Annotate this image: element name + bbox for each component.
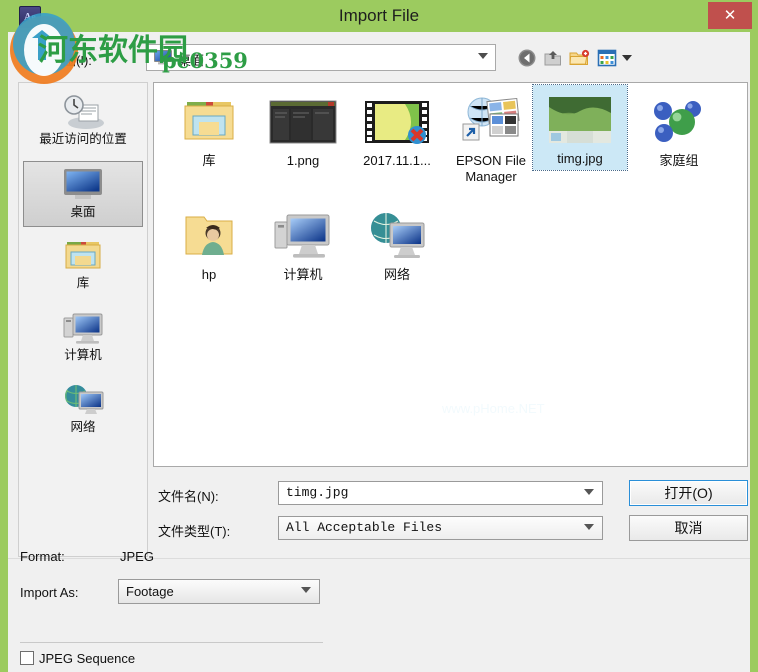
list-item[interactable]: 网络 (350, 201, 444, 286)
file-name: 家庭组 (659, 153, 699, 168)
sidebar-item-recent-places[interactable]: 最近访问的位置 (23, 89, 143, 155)
lookin-value: 桌面 (178, 53, 205, 68)
cancel-button[interactable]: 取消 (629, 515, 748, 541)
format-label: Format: (20, 549, 65, 564)
chevron-down-icon[interactable] (584, 524, 594, 530)
file-name: 网络 (383, 267, 410, 282)
desktop-icon (153, 49, 173, 66)
jpeg-sequence-label: JPEG Sequence (39, 651, 136, 666)
back-icon[interactable] (516, 47, 538, 69)
close-button[interactable]: ✕ (708, 2, 752, 29)
chevron-down-icon[interactable] (584, 489, 594, 495)
import-as-value: Footage (126, 584, 174, 599)
library-folder-icon (164, 91, 254, 153)
dialog-body: 查找范围(I): 桌面 最近访问的位置 桌面 库 计算机 网络 库 1.png … (8, 32, 750, 672)
chevron-down-icon[interactable] (301, 587, 311, 593)
navigation-toolbar (512, 44, 752, 71)
computer-icon (258, 205, 348, 267)
app-icon: Ae (19, 6, 41, 28)
places-sidebar: 最近访问的位置 桌面 库 计算机 网络 (18, 82, 148, 557)
sidebar-item-desktop[interactable]: 桌面 (23, 161, 143, 227)
sidebar-item-label: 网络 (70, 420, 96, 434)
sidebar-item-label: 计算机 (64, 348, 102, 362)
new-folder-icon[interactable] (568, 47, 590, 69)
file-name: 计算机 (283, 267, 323, 282)
lookin-row: 查找范围(I): 桌面 (14, 44, 744, 74)
views-chevron-down-icon[interactable] (622, 55, 632, 61)
file-list[interactable]: 库 1.png 2017.11.1... EPSON File Manager … (153, 82, 748, 467)
list-item[interactable]: EPSON File Manager (444, 87, 538, 188)
file-name: 库 (202, 153, 216, 168)
import-as-select[interactable]: Footage (118, 579, 320, 604)
computer-icon (23, 308, 143, 348)
checkbox-box[interactable] (20, 651, 34, 665)
video-thumb-icon (352, 91, 442, 153)
user-folder-icon (164, 205, 254, 267)
lookin-label: 查找范围(I): (24, 53, 92, 68)
epson-shortcut-icon (446, 91, 536, 153)
format-value: JPEG (120, 549, 154, 564)
library-icon (23, 236, 143, 276)
chevron-down-icon[interactable] (478, 53, 488, 59)
file-name-label: 文件名(N): (158, 489, 219, 504)
png-thumb-icon (258, 91, 348, 153)
file-type-label: 文件类型(T): (158, 524, 231, 539)
lookin-combobox[interactable]: 桌面 (146, 44, 496, 71)
file-name: EPSON File Manager (455, 153, 527, 184)
jpeg-sequence-checkbox[interactable]: JPEG Sequence (20, 650, 135, 668)
sidebar-item-computer[interactable]: 计算机 (23, 305, 143, 371)
homegroup-icon (634, 91, 724, 153)
list-item[interactable]: hp (162, 201, 256, 286)
sidebar-item-label: 库 (76, 276, 90, 290)
file-name-value: timg.jpg (286, 485, 349, 500)
file-name: 1.png (286, 153, 320, 168)
list-item[interactable]: 家庭组 (632, 87, 726, 172)
file-type-value: All Acceptable Files (286, 520, 443, 535)
file-name: hp (201, 267, 217, 282)
window-title: Import File (338, 6, 420, 25)
network-icon (352, 205, 442, 267)
list-item[interactable]: timg.jpg (532, 84, 628, 171)
network-icon (23, 380, 143, 420)
file-name-input[interactable]: timg.jpg (278, 481, 603, 505)
desktop-icon (24, 165, 142, 205)
jpg-thumb-icon (535, 89, 625, 151)
sidebar-item-label: 最近访问的位置 (39, 132, 127, 146)
list-item[interactable]: 计算机 (256, 201, 350, 286)
list-item[interactable]: 1.png (256, 87, 350, 172)
sidebar-item-label: 桌面 (70, 205, 96, 219)
file-type-select[interactable]: All Acceptable Files (278, 516, 603, 540)
recent-places-icon (23, 92, 143, 132)
file-name: 2017.11.1... (363, 153, 431, 168)
up-folder-icon[interactable] (542, 47, 564, 69)
open-button[interactable]: 打开(O) (629, 480, 748, 506)
file-name: timg.jpg (557, 151, 603, 166)
sidebar-item-network[interactable]: 网络 (23, 377, 143, 443)
title-bar: Import File ✕ (0, 0, 758, 32)
list-item[interactable]: 2017.11.1... (350, 87, 444, 172)
import-as-label: Import As: (20, 585, 79, 600)
faint-watermark: www.pHome.NET (442, 401, 545, 416)
sidebar-item-library[interactable]: 库 (23, 233, 143, 299)
views-icon[interactable] (596, 47, 618, 69)
divider-2 (20, 642, 323, 643)
list-item[interactable]: 库 (162, 87, 256, 172)
